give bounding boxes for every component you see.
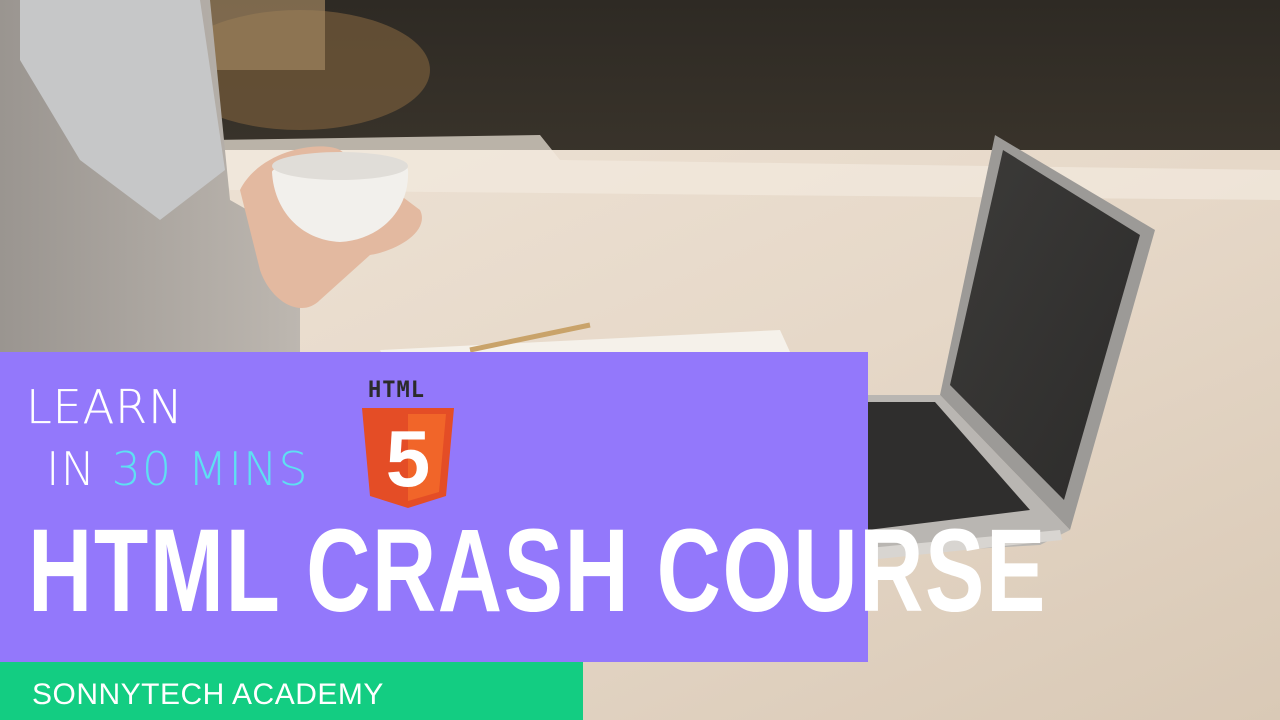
learn-text: LEARN xyxy=(26,380,184,434)
html5-logo-icon: 5 xyxy=(362,408,454,508)
html-badge-label: HTML xyxy=(368,378,425,403)
html5-digit: 5 xyxy=(386,414,431,503)
channel-name: SONNYTECH ACADEMY xyxy=(32,678,384,711)
in-word: IN xyxy=(46,442,96,496)
page-title: HTML CRASH COURSE xyxy=(28,505,1047,637)
duration-text: 30 MINS xyxy=(111,442,309,496)
duration-line: IN 30 MINS xyxy=(46,446,309,492)
